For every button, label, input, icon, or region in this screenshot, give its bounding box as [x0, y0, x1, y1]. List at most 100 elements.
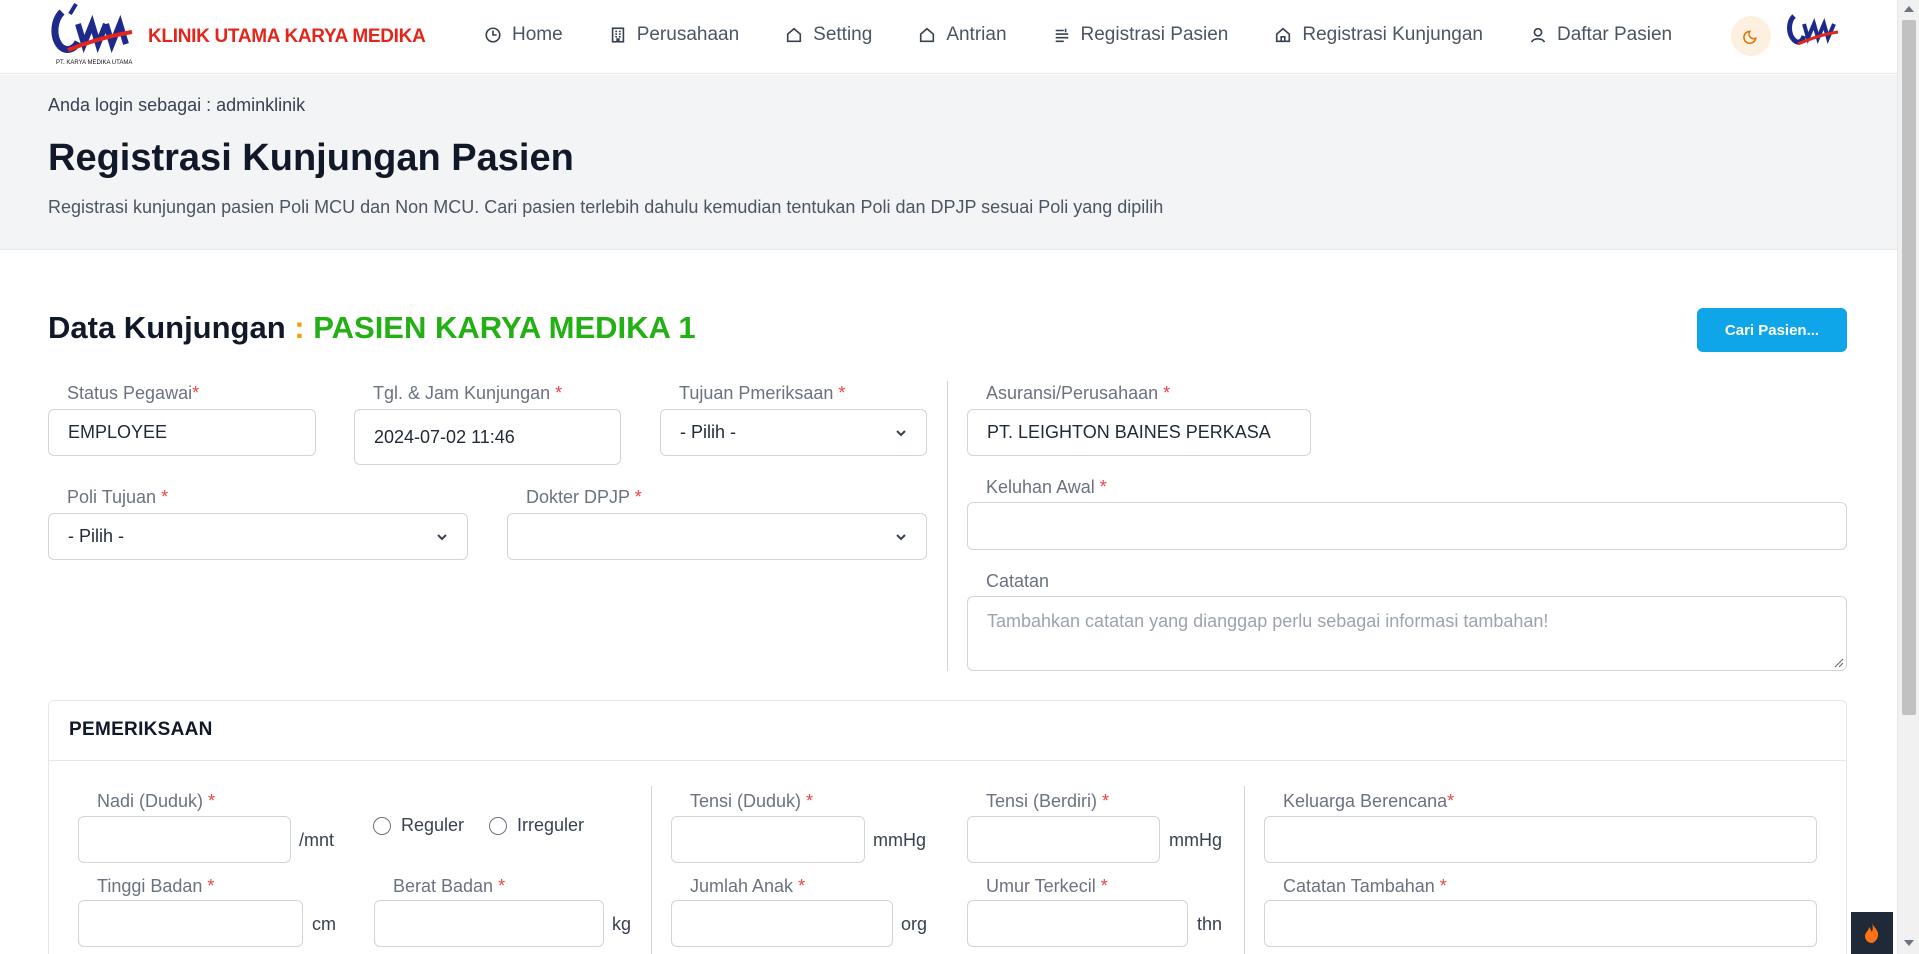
chevron-down-icon — [896, 533, 906, 540]
avatar[interactable] — [1784, 8, 1842, 60]
nav-label: Perusahaan — [636, 24, 740, 45]
tgl-jam-field[interactable]: 2024-07-02 11:46 — [354, 409, 621, 465]
tgl-jam-label: Tgl. & Jam Kunjungan * — [373, 383, 563, 403]
home-icon — [1276, 27, 1291, 43]
nav-item-registrasi-kunjungan[interactable]: Registrasi Kunjungan — [1274, 24, 1483, 46]
chevron-down-icon — [437, 533, 447, 540]
berat-unit: kg — [612, 914, 632, 934]
chevron-down-icon — [896, 429, 906, 436]
umur-unit: thn — [1197, 914, 1223, 934]
patient-name: PASIEN KARYA MEDIKA 1 — [313, 310, 696, 345]
page-header: Anda login sebagai : adminklinik Registr… — [0, 75, 1897, 250]
nav-item-perusahaan[interactable]: Perusahaan — [609, 24, 739, 46]
tinggi-input[interactable] — [78, 900, 303, 947]
tinggi-label: Tinggi Badan * — [97, 876, 215, 896]
tensi-berdiri-input[interactable] — [967, 816, 1160, 863]
user-icon — [1530, 27, 1546, 43]
page-scrollbar[interactable] — [1897, 0, 1919, 954]
fire-button[interactable] — [1851, 912, 1893, 954]
logo-caption: PT. KARYA MEDIKA UTAMA — [56, 60, 132, 66]
tinggi-unit: cm — [312, 914, 336, 934]
tujuan-label: Tujuan Pmeriksaan * — [679, 383, 846, 403]
asuransi-field[interactable]: PT. LEIGHTON BAINES PERKASA — [967, 409, 1311, 456]
visit-section-title: Data Kunjungan : PASIEN KARYA MEDIKA 1 — [48, 310, 696, 346]
keluhan-label: Keluhan Awal * — [986, 477, 1107, 497]
nav-item-setting[interactable]: Setting — [785, 24, 872, 46]
nav-menu: Home Perusahaan Setting Antrian Registra… — [484, 0, 1718, 70]
dokter-label: Dokter DPJP * — [526, 487, 642, 507]
nav-label: Home — [512, 24, 563, 45]
flame-icon — [1865, 923, 1879, 943]
login-info: Anda login sebagai : adminklinik — [48, 95, 306, 115]
title-separator: : — [294, 310, 305, 345]
visit-title: Data Kunjungan — [48, 310, 286, 345]
page-title: Registrasi Kunjungan Pasien — [48, 137, 574, 179]
berat-input[interactable] — [374, 900, 604, 947]
tensi-duduk-unit: mmHg — [873, 830, 926, 850]
umur-input[interactable] — [967, 900, 1188, 947]
tag-icon — [920, 27, 935, 43]
tujuan-value: - Pilih - — [680, 422, 737, 442]
moon-icon — [1742, 30, 1757, 44]
radio-irreguler[interactable]: Irreguler — [489, 815, 584, 836]
search-patient-button[interactable]: Cari Pasien... — [1697, 308, 1847, 352]
status-pegawai-label: Status Pegawai* — [67, 383, 200, 403]
clinic-logo: PT. KARYA MEDIKA UTAMA — [48, 2, 138, 72]
poli-value: - Pilih - — [68, 526, 125, 546]
scroll-thumb[interactable] — [1902, 20, 1916, 715]
brand[interactable]: PT. KARYA MEDIKA UTAMA KLINIK UTAMA KARY… — [48, 0, 426, 74]
poli-label: Poli Tujuan * — [67, 487, 169, 507]
nav-item-daftar-pasien[interactable]: Daftar Pasien — [1529, 24, 1672, 46]
catatan-tambahan-input[interactable] — [1264, 900, 1817, 947]
nav-item-home[interactable]: Home — [484, 24, 563, 46]
anak-label: Jumlah Anak * — [690, 876, 806, 896]
nav-label: Registrasi Pasien — [1080, 24, 1229, 45]
nadi-input[interactable] — [78, 816, 291, 863]
catatan-label: Catatan — [986, 571, 1050, 591]
berat-label: Berat Badan * — [393, 876, 506, 896]
nav-label: Registrasi Kunjungan — [1302, 24, 1483, 45]
card-header: PEMERIKSAAN — [49, 701, 1846, 761]
tensi-berdiri-unit: mmHg — [1169, 830, 1222, 850]
poli-select[interactable]: - Pilih - — [48, 513, 468, 560]
nav-label: Antrian — [946, 24, 1007, 45]
dokter-select[interactable] — [507, 513, 927, 560]
form-divider — [947, 381, 948, 671]
nav-label: Daftar Pasien — [1556, 24, 1673, 45]
catatan-tambahan-label: Catatan Tambahan * — [1283, 876, 1447, 896]
umur-label: Umur Terkecil * — [986, 876, 1108, 896]
theme-toggle-button[interactable] — [1731, 16, 1771, 56]
tag-icon — [787, 27, 802, 43]
card-title: PEMERIKSAAN — [69, 719, 213, 740]
nadi-label: Nadi (Duduk) * — [97, 791, 216, 811]
tensi-duduk-input[interactable] — [671, 816, 865, 863]
tujuan-select[interactable]: - Pilih - — [660, 409, 927, 456]
exam-divider-2 — [1244, 786, 1245, 954]
top-navbar: PT. KARYA MEDIKA UTAMA KLINIK UTAMA KARY… — [0, 0, 1897, 74]
page-description: Registrasi kunjungan pasien Poli MCU dan… — [48, 197, 1164, 217]
scroll-up-icon[interactable] — [1904, 6, 1914, 12]
nadi-unit: /mnt — [299, 830, 335, 850]
brand-name: KLINIK UTAMA KARYA MEDIKA — [148, 26, 426, 47]
anak-input[interactable] — [671, 900, 893, 947]
keluhan-input[interactable] — [967, 502, 1847, 550]
nav-item-antrian[interactable]: Antrian — [918, 24, 1007, 46]
nav-label: Setting — [813, 24, 873, 45]
scroll-down-icon[interactable] — [1904, 940, 1914, 946]
status-pegawai-field[interactable]: EMPLOYEE — [48, 409, 316, 456]
building-icon — [611, 27, 624, 43]
radio-circle-icon — [489, 816, 507, 835]
tensi-duduk-label: Tensi (Duduk) * — [690, 791, 814, 811]
list-icon — [1055, 28, 1068, 43]
nav-item-registrasi-pasien[interactable]: Registrasi Pasien — [1053, 24, 1229, 46]
tensi-berdiri-label: Tensi (Berdiri) * — [986, 791, 1110, 811]
asuransi-label: Asuransi/Perusahaan * — [986, 383, 1171, 403]
anak-unit: org — [901, 914, 928, 934]
resize-handle-icon[interactable] — [1832, 656, 1844, 668]
catatan-placeholder: Tambahkan catatan yang dianggap perlu se… — [987, 611, 1549, 631]
exam-divider-1 — [651, 786, 652, 954]
kb-input[interactable] — [1264, 816, 1817, 863]
radio-circle-icon — [373, 816, 391, 835]
radio-reguler[interactable]: Reguler — [373, 815, 464, 836]
catatan-textarea[interactable]: Tambahkan catatan yang dianggap perlu se… — [967, 596, 1847, 671]
